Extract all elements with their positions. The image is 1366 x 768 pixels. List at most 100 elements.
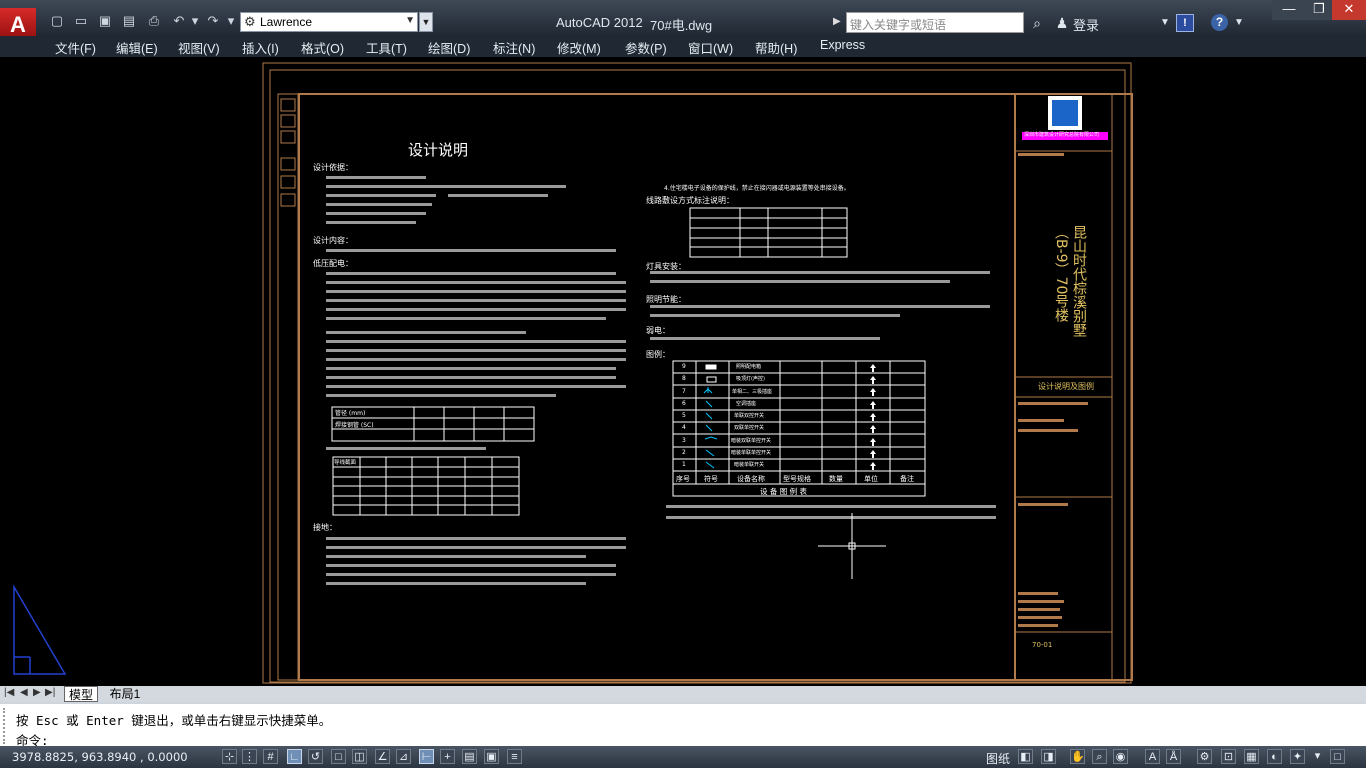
tab-model[interactable]: 模型	[64, 686, 98, 702]
object-snap-tracking-icon[interactable]: ∠	[375, 749, 390, 764]
drawing-graphics	[13, 62, 1133, 684]
polar-tracking-icon[interactable]: ↺	[308, 749, 323, 764]
ortho-mode-icon[interactable]: ∟	[287, 749, 302, 764]
section-weak: 弱电：	[646, 326, 670, 335]
sheet-title: 设计说明及图例	[1038, 382, 1094, 391]
wiring-code-table	[689, 207, 848, 258]
hardware-acceleration-icon[interactable]: ▦	[1244, 749, 1259, 764]
legend-arrows	[870, 364, 876, 470]
legend-row-no: 1	[682, 461, 686, 468]
legend-row-no: 9	[682, 363, 686, 370]
help-dropdown-icon[interactable]: ▼	[1229, 13, 1249, 33]
save-as-icon[interactable]: ▤	[120, 12, 138, 30]
close-button[interactable]: ✕	[1332, 0, 1366, 20]
minimize-button[interactable]: ―	[1272, 0, 1306, 20]
drawing-canvas[interactable]: 设计说明 设计依据： 设计内容： 低压配电： 接地： 管径 (mm) 焊接钢管 …	[0, 57, 1366, 685]
menu-insert[interactable]: 插入(I)	[242, 38, 279, 57]
infocenter-expand-icon[interactable]: ▶	[833, 12, 845, 32]
legend-row-no: 8	[682, 375, 686, 382]
menu-view[interactable]: 视图(V)	[178, 38, 220, 57]
user-icon: ♟	[1055, 15, 1069, 31]
legend-row-name: 双联单控开关	[734, 425, 765, 431]
legend-header-model: 型号规格	[783, 475, 811, 483]
isolate-objects-icon[interactable]: ◐	[1267, 749, 1282, 764]
object-snap-icon[interactable]: □	[331, 749, 346, 764]
exchange-icon[interactable]: !	[1176, 14, 1194, 32]
menu-dimension[interactable]: 标注(N)	[493, 38, 535, 57]
title-bar: A ▢ ▭ ▣ ▤ ⎙ ↶ ▾ ↷ ▾ ⚙ Lawrence ▼ ▼ AutoC…	[0, 0, 1366, 44]
lock-icon[interactable]: ⊡	[1221, 749, 1236, 764]
annotation-scale-icon[interactable]: A	[1145, 749, 1160, 764]
first-tab-icon[interactable]: |◀	[4, 687, 14, 698]
lineweight-icon[interactable]: +	[440, 749, 455, 764]
menu-tools[interactable]: 工具(T)	[366, 38, 407, 57]
quick-properties-icon[interactable]: ▣	[484, 749, 499, 764]
prev-tab-icon[interactable]: ◀	[20, 687, 28, 698]
login-dropdown-icon[interactable]: ▼	[1155, 13, 1175, 33]
legend-row-name: 吸顶灯(声控)	[736, 376, 765, 382]
tab-layout1[interactable]: 布局1	[102, 686, 148, 702]
workspace-switching-icon[interactable]: ⚙	[1197, 749, 1212, 764]
menu-bar: 文件(F) 编辑(E) 视图(V) 插入(I) 格式(O) 工具(T) 绘图(D…	[0, 36, 1366, 88]
menu-edit[interactable]: 编辑(E)	[116, 38, 158, 57]
sheet-number: 70-01	[1032, 641, 1053, 649]
menu-express[interactable]: Express	[820, 38, 865, 52]
coordinate-readout[interactable]: 3978.8825, 963.8940 , 0.0000	[12, 750, 188, 764]
login-button[interactable]: 登录	[1073, 15, 1099, 34]
lightbulb-icon[interactable]: ✦	[1290, 749, 1305, 764]
legend-caption: 设 备 图 例 表	[760, 487, 808, 496]
legend-row-name: 暗装双联单控开关	[731, 438, 772, 444]
clean-screen-icon[interactable]: □	[1330, 749, 1345, 764]
dynamic-ucs-icon[interactable]: ⊿	[396, 749, 411, 764]
status-menu-icon[interactable]: ▾	[1310, 749, 1325, 764]
next-tab-icon[interactable]: ▶	[33, 687, 41, 698]
legend-row-no: 6	[682, 400, 686, 407]
conduit-header: 管径 (mm)	[335, 410, 366, 417]
note-lighting: 4.住宅楼电子设备的保护线，禁止在接闪器或电源装置等处串接设备。	[664, 185, 850, 192]
menu-modify[interactable]: 修改(M)	[557, 38, 601, 57]
legend-row-name: 单相二、三极插座	[732, 389, 773, 395]
binoculars-icon[interactable]: ⌕	[1027, 13, 1047, 33]
help-icon[interactable]: ?	[1211, 14, 1228, 31]
snap-mode-icon[interactable]: ⋮	[242, 749, 257, 764]
workspace-select[interactable]: ⚙ Lawrence ▼	[240, 12, 418, 32]
zoom-icon[interactable]: ⌕	[1092, 749, 1107, 764]
menu-parametric[interactable]: 参数(P)	[625, 38, 667, 57]
menu-file[interactable]: 文件(F)	[55, 38, 96, 57]
crosshair-cursor	[818, 513, 886, 579]
legend-row-name: 单联双控开关	[734, 413, 765, 419]
print-icon[interactable]: ⎙	[145, 12, 163, 30]
grid-display-icon[interactable]: #	[263, 749, 278, 764]
redo-icon[interactable]: ↷	[204, 12, 222, 30]
transparency-icon[interactable]: ▤	[462, 749, 477, 764]
app-title: AutoCAD 2012	[556, 15, 643, 30]
menu-format[interactable]: 格式(O)	[301, 38, 344, 57]
dynamic-input-icon[interactable]: ⊢	[419, 749, 434, 764]
pan-icon[interactable]: ✋	[1070, 749, 1085, 764]
paper-space-toggle[interactable]: 图纸	[986, 750, 1010, 767]
infer-constraints-icon[interactable]: ⊹	[222, 749, 237, 764]
undo-dropdown-icon[interactable]: ▾	[186, 12, 204, 30]
steering-wheel-icon[interactable]: ◉	[1113, 749, 1128, 764]
legend-header-symbol: 符号	[704, 475, 718, 483]
legend-header-remark: 备注	[900, 475, 914, 483]
menu-help[interactable]: 帮助(H)	[755, 38, 797, 57]
help-search-input[interactable]: 键入关键字或短语	[846, 12, 1024, 33]
quick-access-customize-button[interactable]: ▼	[419, 12, 433, 32]
company-name: 深圳市建筑设计研究总院有限公司	[1024, 132, 1100, 138]
workspace-value: Lawrence	[260, 15, 313, 29]
open-icon[interactable]: ▭	[72, 12, 90, 30]
command-window-grip[interactable]	[3, 708, 11, 744]
quick-view-layouts-icon[interactable]: ◧	[1018, 749, 1033, 764]
annotation-visibility-icon[interactable]: Å	[1166, 749, 1181, 764]
maximize-button[interactable]: ❐	[1306, 0, 1332, 20]
redo-dropdown-icon[interactable]: ▾	[222, 12, 240, 30]
3d-object-snap-icon[interactable]: ◫	[352, 749, 367, 764]
menu-window[interactable]: 窗口(W)	[688, 38, 733, 57]
selection-cycling-icon[interactable]: ≡	[507, 749, 522, 764]
save-icon[interactable]: ▣	[96, 12, 114, 30]
new-icon[interactable]: ▢	[48, 12, 66, 30]
menu-draw[interactable]: 绘图(D)	[428, 38, 470, 57]
last-tab-icon[interactable]: ▶|	[45, 687, 55, 698]
quick-view-drawings-icon[interactable]: ◨	[1041, 749, 1056, 764]
